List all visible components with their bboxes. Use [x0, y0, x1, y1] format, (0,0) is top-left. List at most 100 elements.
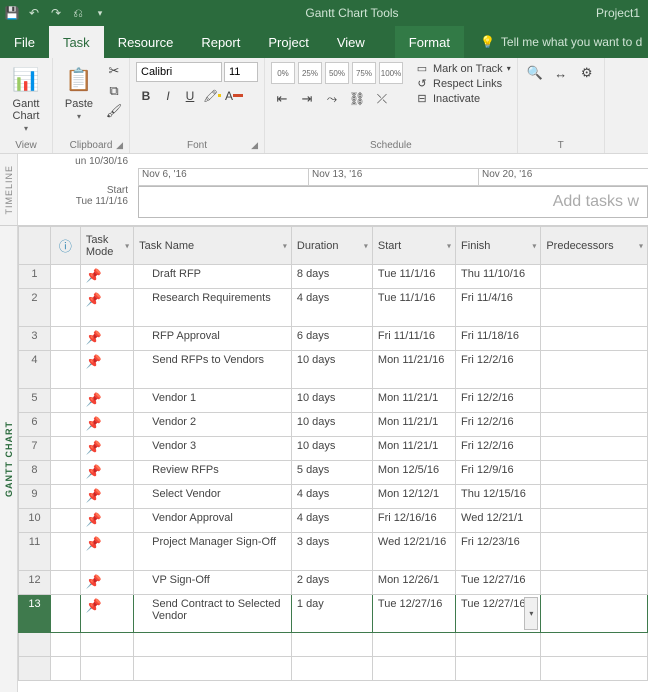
undo-icon[interactable]: ↶	[26, 5, 42, 21]
cell-duration[interactable]: 10 days	[291, 437, 372, 461]
cell-predecessors[interactable]	[541, 289, 648, 327]
cell-task-name[interactable]: Send Contract to Selected Vendor	[134, 595, 292, 633]
cell-info[interactable]	[50, 289, 80, 327]
row-number[interactable]: 9	[19, 485, 51, 509]
redo-icon[interactable]: ↷	[48, 5, 64, 21]
col-predecessors[interactable]: Predecessors▾	[541, 227, 648, 265]
cell-finish[interactable]: Fri 12/9/16	[456, 461, 541, 485]
table-row[interactable]: 11📌Project Manager Sign-Off3 daysWed 12/…	[19, 533, 648, 571]
cell-predecessors[interactable]	[541, 509, 648, 533]
row-number[interactable]: 2	[19, 289, 51, 327]
cell-start[interactable]: Mon 11/21/1	[372, 389, 455, 413]
cell-task-mode[interactable]: 📌	[80, 351, 133, 389]
save-icon[interactable]: 💾	[4, 5, 20, 21]
cell-task-mode[interactable]: 📌	[80, 571, 133, 595]
cell-task-mode[interactable]: 📌	[80, 389, 133, 413]
chevron-down-icon[interactable]: ▾	[283, 241, 287, 250]
row-number[interactable]: 13	[19, 595, 51, 633]
chevron-down-icon[interactable]: ▾	[125, 241, 129, 250]
cell-task-mode[interactable]: 📌	[80, 327, 133, 351]
mode-icon[interactable]: ⚙	[576, 62, 598, 84]
task-table[interactable]: ⓘ Task Mode▾ Task Name▾ Duration▾ Start▾…	[18, 226, 648, 681]
mark-on-track-button[interactable]: ▭Mark on Track ▾	[415, 62, 511, 75]
cell-finish[interactable]: Fri 12/2/16	[456, 413, 541, 437]
outdent-icon[interactable]: ⇤	[271, 88, 293, 110]
pc75-button[interactable]: 75%	[352, 62, 376, 84]
respect-links-button[interactable]: ↺Respect Links	[415, 77, 511, 90]
tab-file[interactable]: File	[0, 26, 49, 58]
qat-more-icon[interactable]: ▾	[92, 5, 108, 21]
row-number[interactable]: 4	[19, 351, 51, 389]
chevron-down-icon[interactable]: ▾	[364, 241, 368, 250]
cell-duration[interactable]: 4 days	[291, 509, 372, 533]
chevron-down-icon[interactable]: ▾	[639, 241, 643, 250]
cell-predecessors[interactable]	[541, 461, 648, 485]
cell-predecessors[interactable]	[541, 533, 648, 571]
tab-project[interactable]: Project	[254, 26, 322, 58]
row-number[interactable]: 8	[19, 461, 51, 485]
tab-task[interactable]: Task	[49, 26, 104, 58]
cell-start[interactable]: Tue 12/27/16	[372, 595, 455, 633]
row-number[interactable]: 10	[19, 509, 51, 533]
cell-start[interactable]: Tue 11/1/16	[372, 265, 455, 289]
cell-info[interactable]	[50, 327, 80, 351]
underline-button[interactable]: U	[180, 86, 200, 106]
dialog-launcher-icon[interactable]: ◢	[116, 140, 123, 151]
cell-finish[interactable]: Tue 12/27/16	[456, 571, 541, 595]
pc100-button[interactable]: 100%	[379, 62, 403, 84]
font-size-select[interactable]	[224, 62, 258, 82]
cell-info[interactable]	[50, 437, 80, 461]
cell-finish[interactable]: Fri 11/4/16	[456, 289, 541, 327]
link-icon[interactable]: ⎌	[70, 5, 86, 21]
cell-finish[interactable]: Thu 12/15/16	[456, 485, 541, 509]
cell-start[interactable]: Fri 12/16/16	[372, 509, 455, 533]
cell-task-name[interactable]: Draft RFP	[134, 265, 292, 289]
cell-info[interactable]	[50, 485, 80, 509]
font-name-select[interactable]	[136, 62, 222, 82]
cell-task-name[interactable]: VP Sign-Off	[134, 571, 292, 595]
cell-finish[interactable]: Fri 12/2/16	[456, 389, 541, 413]
italic-button[interactable]: I	[158, 86, 178, 106]
cell-finish[interactable]: Fri 12/2/16	[456, 351, 541, 389]
tab-format[interactable]: Format	[395, 26, 464, 58]
cell-duration[interactable]: 2 days	[291, 571, 372, 595]
cell-task-name[interactable]: Project Manager Sign-Off	[134, 533, 292, 571]
table-row[interactable]: 13📌Send Contract to Selected Vendor1 day…	[19, 595, 648, 633]
cell-predecessors[interactable]	[541, 437, 648, 461]
bold-button[interactable]: B	[136, 86, 156, 106]
cell-finish[interactable]: Fri 12/23/16	[456, 533, 541, 571]
pc25-button[interactable]: 25%	[298, 62, 322, 84]
cell-finish[interactable]: Fri 11/18/16	[456, 327, 541, 351]
cell-info[interactable]	[50, 509, 80, 533]
tell-me-search[interactable]: 💡 Tell me what you want to d	[480, 26, 642, 58]
table-row[interactable]: 10📌Vendor Approval4 daysFri 12/16/16Wed …	[19, 509, 648, 533]
cell-predecessors[interactable]	[541, 571, 648, 595]
cell-predecessors[interactable]	[541, 595, 648, 633]
cell-task-name[interactable]: Vendor 3	[134, 437, 292, 461]
cell-task-name[interactable]: RFP Approval	[134, 327, 292, 351]
move-icon[interactable]: ↔	[550, 62, 572, 84]
cell-start[interactable]: Tue 11/1/16	[372, 289, 455, 327]
unlink-tasks-icon[interactable]: ⤫	[371, 88, 393, 110]
cell-duration[interactable]: 4 days	[291, 485, 372, 509]
inactivate-button[interactable]: ⊟Inactivate	[415, 92, 511, 105]
table-row[interactable]: 12📌VP Sign-Off2 daysMon 12/26/1Tue 12/27…	[19, 571, 648, 595]
cell-task-mode[interactable]: 📌	[80, 289, 133, 327]
cell-predecessors[interactable]	[541, 265, 648, 289]
cell-task-mode[interactable]: 📌	[80, 595, 133, 633]
cell-predecessors[interactable]	[541, 327, 648, 351]
gantt-chart-button[interactable]: 📊 Gantt Chart ▾	[6, 62, 46, 135]
gantt-side-label[interactable]: GANTT CHART	[0, 226, 18, 692]
cell-duration[interactable]: 10 days	[291, 389, 372, 413]
cell-finish[interactable]: Thu 11/10/16	[456, 265, 541, 289]
cell-start[interactable]: Wed 12/21/16	[372, 533, 455, 571]
cell-task-name[interactable]: Review RFPs	[134, 461, 292, 485]
tab-view[interactable]: View	[323, 26, 379, 58]
cell-start[interactable]: Mon 12/12/1	[372, 485, 455, 509]
cell-info[interactable]	[50, 351, 80, 389]
row-number[interactable]: 6	[19, 413, 51, 437]
cell-start[interactable]: Mon 12/26/1	[372, 571, 455, 595]
cell-info[interactable]	[50, 533, 80, 571]
link-tasks-icon[interactable]: ⛓	[346, 88, 368, 110]
font-color-button[interactable]: A	[224, 86, 244, 106]
